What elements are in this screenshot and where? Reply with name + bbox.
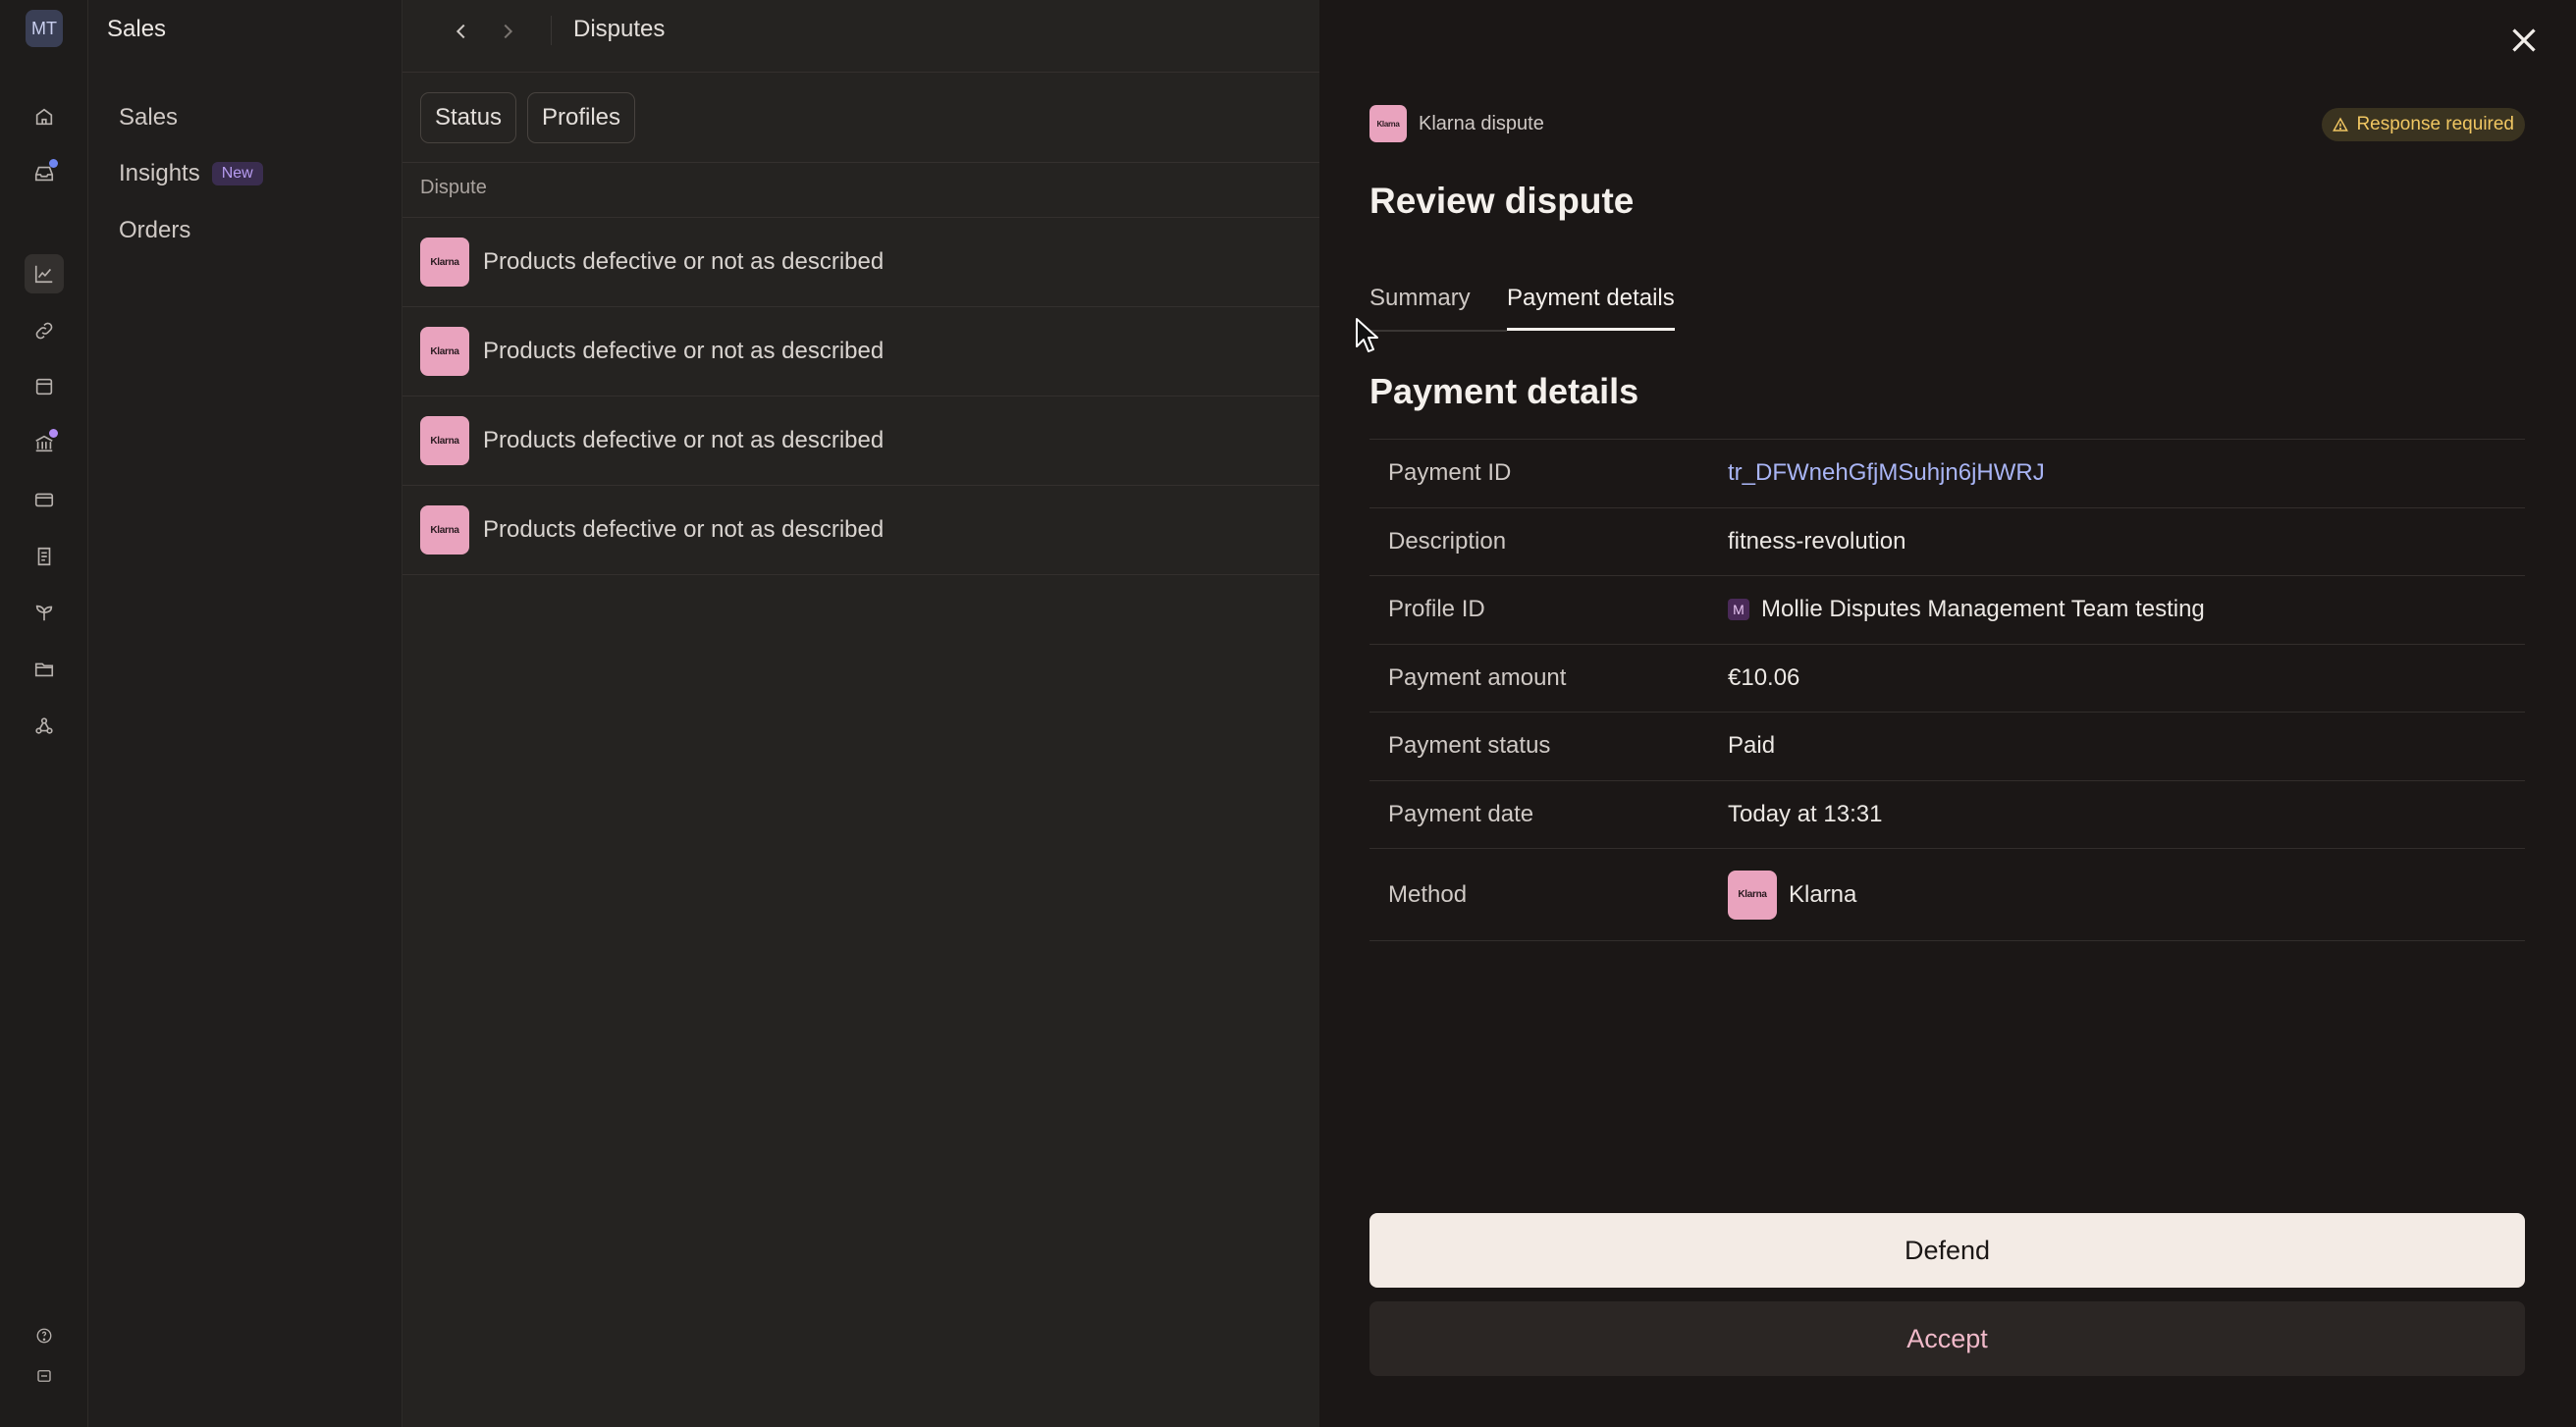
home-icon[interactable] bbox=[25, 97, 64, 136]
panel-title: Review dispute bbox=[1369, 181, 1635, 221]
receipt-icon[interactable] bbox=[25, 537, 64, 576]
icon-rail: MT bbox=[0, 0, 88, 1427]
secondary-nav: Sales Sales Insights New Orders bbox=[88, 0, 402, 1427]
klarna-logo-icon: Klarna bbox=[420, 238, 469, 287]
detail-row-profile-id: Profile ID M Mollie Disputes Management … bbox=[1369, 575, 2525, 644]
section-heading: Payment details bbox=[1369, 371, 1639, 411]
table-row[interactable]: Klarna Products defective or not as desc… bbox=[402, 486, 1319, 575]
detail-label: Profile ID bbox=[1388, 596, 1485, 623]
detail-row-payment-date: Payment date Today at 13:31 bbox=[1369, 779, 2525, 849]
profile-value: M Mollie Disputes Management Team testin… bbox=[1728, 596, 2205, 623]
detail-row-description: Description fitness-revolution bbox=[1369, 506, 2525, 576]
folder-icon[interactable] bbox=[25, 650, 64, 689]
notification-dot bbox=[49, 159, 58, 168]
card-icon[interactable] bbox=[25, 480, 64, 519]
detail-row-method: Method Klarna Klarna bbox=[1369, 848, 2525, 941]
klarna-logo-icon: Klarna bbox=[1728, 870, 1777, 920]
detail-label: Payment date bbox=[1388, 800, 1534, 827]
forward-button[interactable] bbox=[490, 14, 525, 49]
detail-row-payment-id: Payment ID tr_DFWnehGfjMSuhjn6jHWRJ bbox=[1369, 439, 2525, 507]
dispute-reason: Products defective or not as described bbox=[483, 516, 885, 543]
dispute-header: Klarna Klarna dispute bbox=[1369, 105, 1544, 142]
detail-row-payment-status: Payment status Paid bbox=[1369, 712, 2525, 780]
dispute-reason: Products defective or not as described bbox=[483, 248, 885, 275]
subnav-item-label: Orders bbox=[119, 217, 191, 243]
klarna-logo-icon: Klarna bbox=[420, 505, 469, 555]
detail-label: Payment status bbox=[1388, 732, 1551, 760]
status-filter-button[interactable]: Status bbox=[420, 92, 517, 143]
klarna-logo-icon: Klarna bbox=[1369, 105, 1407, 142]
method-name: Klarna bbox=[1789, 880, 1857, 908]
subnav-item-label: Insights bbox=[119, 160, 200, 186]
payment-details-table: Payment ID tr_DFWnehGfjMSuhjn6jHWRJ Desc… bbox=[1369, 439, 2525, 941]
inbox-icon[interactable] bbox=[25, 154, 64, 193]
dispute-reason: Products defective or not as described bbox=[483, 427, 885, 453]
column-header-dispute[interactable]: Dispute bbox=[420, 177, 487, 199]
detail-value: Paid bbox=[1728, 732, 1776, 760]
status-badge-label: Response required bbox=[2356, 114, 2514, 134]
dispute-type-label: Klarna dispute bbox=[1419, 112, 1544, 134]
chevron-left-icon bbox=[456, 24, 465, 39]
chevron-right-icon bbox=[504, 24, 513, 39]
help-icon[interactable] bbox=[25, 1316, 64, 1355]
disputes-list-pane: Disputes Status Profiles Dispute Klarna … bbox=[402, 0, 1319, 1427]
profile-avatar-icon: M bbox=[1728, 599, 1749, 621]
close-icon bbox=[2512, 28, 2536, 52]
detail-label: Payment amount bbox=[1388, 663, 1567, 691]
subnav-item-insights[interactable]: Insights New bbox=[119, 160, 263, 187]
chart-icon[interactable] bbox=[25, 254, 64, 293]
plant-icon[interactable] bbox=[25, 593, 64, 632]
detail-value: Today at 13:31 bbox=[1728, 800, 1883, 827]
store-icon[interactable] bbox=[25, 367, 64, 406]
detail-label: Description bbox=[1388, 527, 1507, 555]
panel-icon[interactable] bbox=[25, 1356, 64, 1396]
profiles-filter-button[interactable]: Profiles bbox=[527, 92, 636, 143]
detail-row-payment-amount: Payment amount €10.06 bbox=[1369, 643, 2525, 713]
warning-icon bbox=[2333, 117, 2349, 132]
defend-button[interactable]: Defend bbox=[1369, 1213, 2525, 1288]
detail-label: Payment ID bbox=[1388, 459, 1512, 487]
top-bar: Disputes bbox=[402, 0, 1319, 73]
subnav-item-orders[interactable]: Orders bbox=[119, 217, 190, 244]
avatar[interactable]: MT bbox=[26, 10, 63, 47]
tab-bar: Summary Payment details bbox=[1369, 273, 2525, 334]
method-value: Klarna Klarna bbox=[1728, 870, 1857, 920]
bank-icon[interactable] bbox=[25, 424, 64, 463]
table-row[interactable]: Klarna Products defective or not as desc… bbox=[402, 396, 1319, 486]
detail-value: €10.06 bbox=[1728, 663, 1800, 691]
detail-label: Method bbox=[1388, 880, 1468, 908]
tab-payment-details[interactable]: Payment details bbox=[1507, 285, 1675, 331]
breadcrumb: Disputes bbox=[551, 16, 665, 45]
klarna-logo-icon: Klarna bbox=[420, 416, 469, 465]
accept-button[interactable]: Accept bbox=[1369, 1301, 2525, 1376]
new-badge: New bbox=[211, 162, 263, 185]
tab-summary[interactable]: Summary bbox=[1369, 285, 1471, 328]
link-icon[interactable] bbox=[25, 311, 64, 350]
subnav-item-sales[interactable]: Sales bbox=[119, 104, 178, 132]
mouse-cursor-icon bbox=[1356, 318, 1378, 352]
back-button[interactable] bbox=[444, 14, 479, 49]
profile-name: Mollie Disputes Management Team testing bbox=[1761, 596, 2205, 623]
close-button[interactable] bbox=[2499, 16, 2549, 65]
notification-dot bbox=[49, 429, 58, 438]
klarna-logo-icon: Klarna bbox=[420, 327, 469, 376]
table-row[interactable]: Klarna Products defective or not as desc… bbox=[402, 218, 1319, 307]
filter-bar: Status Profiles bbox=[402, 73, 1319, 163]
dispute-reason: Products defective or not as described bbox=[483, 338, 885, 364]
subnav-item-label: Sales bbox=[119, 104, 179, 131]
section-title: Sales bbox=[107, 16, 167, 42]
payment-id-link[interactable]: tr_DFWnehGfjMSuhjn6jHWRJ bbox=[1728, 459, 2045, 487]
table-row[interactable]: Klarna Products defective or not as desc… bbox=[402, 307, 1319, 396]
tab-underline bbox=[1369, 330, 1507, 332]
detail-value: fitness-revolution bbox=[1728, 527, 1906, 555]
status-badge: Response required bbox=[2322, 108, 2525, 141]
apps-icon[interactable] bbox=[25, 707, 64, 746]
